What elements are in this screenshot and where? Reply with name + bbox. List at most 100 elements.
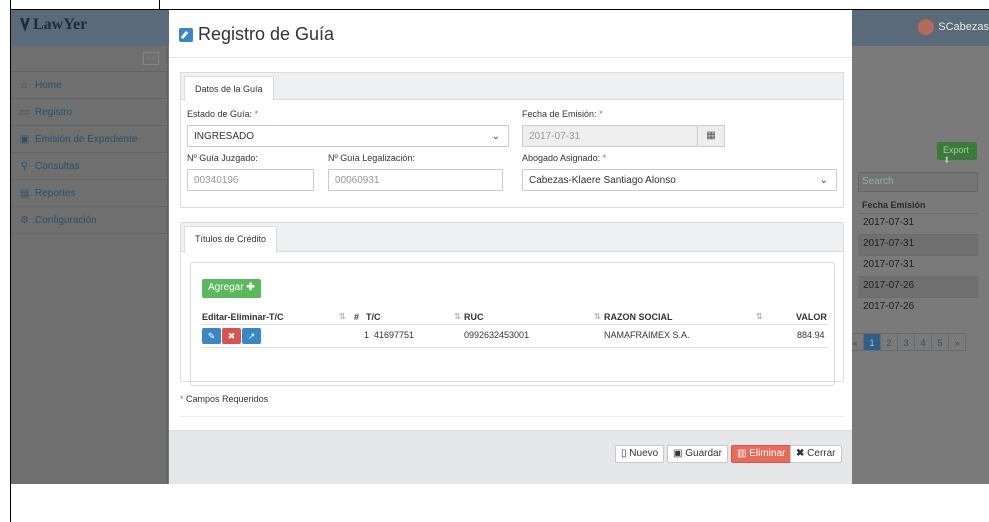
trash-icon: ▥: [737, 448, 747, 459]
chevron-down-icon: ⌄: [819, 175, 828, 186]
table-cell-num: 1: [364, 330, 370, 340]
edit-row-button[interactable]: ✎: [202, 328, 221, 344]
modal-footer: ▯ Nuevo ▣ Guardar ▥ Eliminar ✖ Cerrar: [169, 430, 852, 484]
header-divider: [202, 324, 827, 325]
table-cell-date: 2017-07-31: [858, 234, 978, 255]
estado-select[interactable]: INGRESADO ⌄: [187, 125, 509, 147]
table-cell-tc: 41697751: [374, 330, 415, 340]
modal-title: Registro de Guía: [179, 24, 334, 45]
page-3[interactable]: 3: [897, 333, 915, 351]
sidebar-item-label: Consultas: [35, 160, 80, 172]
required-marker: *: [602, 153, 607, 163]
sidebar-item-home[interactable]: ⌂ Home: [11, 72, 167, 99]
tab-bar: Datos de la Guía: [181, 73, 843, 101]
sort-icon: ⇅: [594, 312, 601, 321]
sidebar-item-registro[interactable]: ▭ Registro: [11, 99, 167, 126]
column-header-editar[interactable]: Editar-Eliminar-T/C: [202, 312, 284, 322]
nuevo-button[interactable]: ▯ Nuevo: [615, 445, 665, 463]
user-name: SCabezas: [938, 21, 989, 33]
calendar-icon[interactable]: ▦: [697, 125, 725, 147]
column-header-valor[interactable]: VALOR: [796, 312, 827, 322]
folder-icon: ▣: [19, 133, 30, 145]
column-header-razon[interactable]: RAZON SOCIAL: [604, 312, 673, 322]
sidebar-collapse-button[interactable]: ‹ ›: [143, 52, 159, 65]
required-marker: *: [599, 109, 603, 119]
required-note: * Campos Requeridos: [180, 394, 269, 404]
modal-header: Registro de Guía: [169, 10, 852, 58]
sidebar: ‹ › ⌂ Home ▭ Registro ▣ Emisión de Expedien…: [11, 46, 168, 484]
registro-guia-modal: Registro de Guía Datos de la Guía Estado…: [169, 10, 852, 484]
estado-label: Estado de Guía: *: [187, 109, 259, 119]
sidebar-item-label: Home: [35, 79, 62, 91]
sidebar-item-label: Reportes: [35, 187, 76, 199]
sidebar-item-consultas[interactable]: ⚲ Consultas: [11, 153, 167, 180]
tab-datos-guia[interactable]: Datos de la Guía: [184, 76, 274, 101]
sidebar-item-configuracion[interactable]: ⚙ Configuración: [11, 207, 167, 234]
sort-icon: ⇅: [756, 312, 763, 321]
page-4[interactable]: 4: [914, 333, 932, 351]
tab-titulos-credito[interactable]: Títulos de Crédito: [184, 226, 278, 253]
table-cell-date: 2017-07-26: [858, 297, 978, 318]
sort-icon: ⇅: [339, 312, 346, 321]
abogado-label: Abogado Asignado: *: [522, 153, 607, 163]
fecha-label: Fecha de Emisión: *: [522, 109, 603, 119]
sidebar-item-label: Emisión de Expediente: [35, 133, 138, 145]
table-cell-ruc: 0992632453001: [464, 330, 530, 340]
column-header-num[interactable]: #: [354, 312, 359, 322]
close-icon: ✖: [796, 448, 805, 459]
page-next[interactable]: »: [948, 333, 966, 351]
home-icon: ⌂: [21, 79, 28, 91]
avatar: [918, 19, 935, 35]
juzgado-input[interactable]: 00340196: [187, 169, 314, 191]
sidebar-item-reportes[interactable]: ▤ Reportes: [11, 180, 167, 207]
sidebar-item-label: Configuración: [35, 214, 97, 226]
user-menu[interactable]: SCabezas: [918, 19, 989, 35]
sidebar-collapse: ‹ ›: [11, 46, 167, 72]
tab-bar: Títulos de Crédito: [181, 223, 843, 253]
required-marker: *: [180, 394, 184, 404]
fecha-input[interactable]: 2017-07-31: [522, 125, 698, 147]
juzgado-label: Nº Guía Juzgado:: [187, 153, 258, 163]
row-divider: [202, 347, 827, 348]
sort-icon: ⇅: [454, 312, 461, 321]
export-button[interactable]: Export ⬇: [937, 142, 977, 165]
add-button[interactable]: Agregar ✚: [202, 279, 261, 298]
report-icon: ▤: [19, 187, 30, 199]
sidebar-item-emision[interactable]: ▣ Emisión de Expediente: [11, 126, 167, 153]
titulos-credito-panel: Títulos de Crédito Agregar ✚ Editar-Elim…: [180, 222, 844, 386]
frame-line-tick: [159, 0, 160, 10]
page-2[interactable]: 2: [880, 333, 898, 351]
legalizacion-label: Nº Guía Legalización:: [328, 153, 415, 163]
table-cell-date: 2017-07-31: [858, 213, 978, 234]
cerrar-button[interactable]: ✖ Cerrar: [790, 445, 842, 463]
abogado-select[interactable]: Cabezas-Klaere Santiago Alonso ⌄: [522, 169, 837, 191]
column-header-tc[interactable]: T/C: [366, 312, 381, 322]
app-logo[interactable]: LawYer: [19, 16, 87, 34]
sidebar-item-label: Registro: [35, 106, 73, 118]
separator: [180, 416, 844, 417]
page-1[interactable]: 1: [863, 333, 881, 351]
eliminar-button[interactable]: ▥ Eliminar: [731, 445, 792, 463]
edit-icon: [179, 27, 193, 42]
search-input[interactable]: Search: [858, 172, 978, 192]
titulos-table-container: Agregar ✚ Editar-Eliminar-T/C ⇅ # T/C ⇅ …: [190, 262, 835, 386]
search-icon: ⚲: [20, 160, 29, 172]
required-marker: *: [254, 109, 259, 119]
legalizacion-input[interactable]: 00060931: [328, 169, 503, 191]
column-header-ruc[interactable]: RUC: [464, 312, 484, 322]
logo-icon: [20, 18, 30, 32]
save-icon: ▣: [673, 448, 683, 459]
chevron-down-icon: ⌄: [491, 131, 500, 142]
modal-title-text: Registro de Guía: [198, 24, 335, 44]
app-window: LawYer SCabezas ‹ › ⌂ Home ▭ Registro ▣ Emi…: [11, 10, 989, 484]
datos-guia-panel: Datos de la Guía Estado de Guía: * INGRE…: [180, 72, 844, 208]
table-cell-razon: NAMAFRAIMEX S.A.: [604, 330, 690, 340]
gear-icon: ⚙: [20, 214, 29, 226]
column-header-fecha[interactable]: Fecha Emisión: [862, 200, 926, 210]
external-link-button[interactable]: ↗: [242, 328, 261, 344]
table-cell-date: 2017-07-26: [858, 276, 978, 297]
page-5[interactable]: 5: [931, 333, 949, 351]
delete-row-button[interactable]: ✖: [222, 328, 241, 344]
keyboard-icon: ▭: [19, 106, 30, 118]
guardar-button[interactable]: ▣ Guardar: [667, 445, 728, 463]
